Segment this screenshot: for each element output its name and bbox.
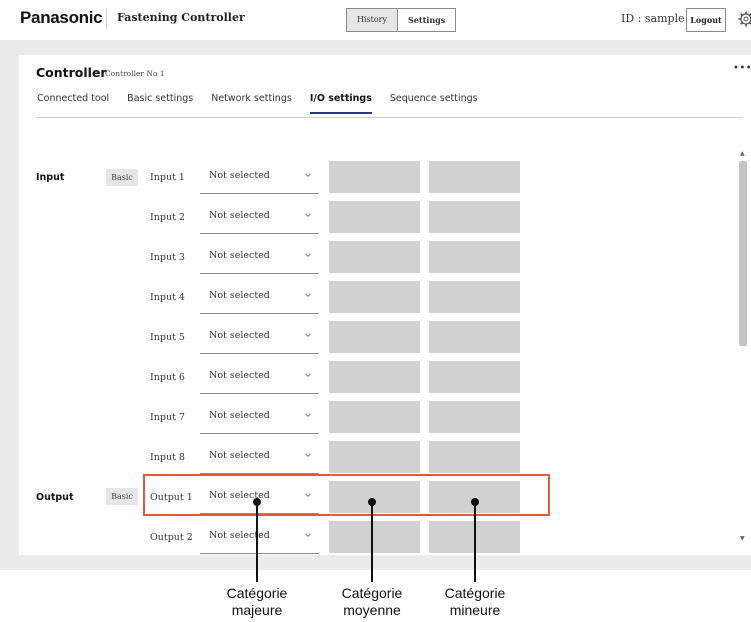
medium-category-field[interactable]	[329, 241, 420, 273]
chevron-down-icon	[305, 413, 311, 418]
chevron-down-icon	[305, 173, 311, 178]
tab-io-settings[interactable]: I/O settings	[309, 93, 372, 114]
chevron-down-icon	[305, 213, 311, 218]
medium-category-field[interactable]	[329, 361, 420, 393]
history-button[interactable]: History	[347, 9, 398, 31]
logout-button[interactable]: Logout	[686, 8, 726, 32]
medium-caption-line-1: Catégorie	[341, 585, 403, 601]
input-basic-badge: Basic	[106, 169, 138, 186]
major-category-select[interactable]: Not selected	[200, 241, 319, 274]
minor-category-field[interactable]	[429, 321, 520, 353]
minor-category-field[interactable]	[429, 201, 520, 233]
select-value: Not selected	[209, 530, 270, 541]
chevron-down-icon	[305, 293, 311, 298]
output-basic-badge: Basic	[106, 488, 138, 505]
chevron-down-icon	[305, 333, 311, 338]
medium-category-field[interactable]	[329, 441, 420, 473]
major-category-select[interactable]: Not selected	[200, 161, 319, 194]
minor-category-field[interactable]	[429, 441, 520, 473]
io-row-label: Input 6	[150, 372, 185, 383]
tab-connected-tool[interactable]: Connected tool	[37, 93, 109, 114]
io-row-label: Input 8	[150, 452, 185, 463]
chevron-down-icon	[305, 453, 311, 458]
io-row-label: Output 2	[150, 532, 193, 543]
major-category-select[interactable]: Not selected	[200, 281, 319, 314]
minor-category-field[interactable]	[429, 161, 520, 193]
io-row-label: Input 4	[150, 292, 185, 303]
medium-category-field[interactable]	[329, 161, 420, 193]
select-value: Not selected	[209, 450, 270, 461]
more-menu-icon[interactable]: •••	[733, 63, 751, 74]
major-category-select[interactable]: Not selected	[200, 361, 319, 394]
output-section-label: Output	[36, 492, 74, 503]
chevron-down-icon	[305, 373, 311, 378]
select-value: Not selected	[209, 170, 270, 181]
medium-category-field[interactable]	[329, 401, 420, 433]
settings-tabs: Connected tool Basic settings Network se…	[37, 93, 496, 114]
major-caption-line-1: Catégorie	[226, 585, 288, 601]
medium-category-caption: Catégorie moyenne	[322, 585, 422, 619]
tab-basic-settings[interactable]: Basic settings	[127, 93, 193, 114]
chevron-down-icon	[305, 533, 311, 538]
panel-title: Controller	[36, 65, 107, 80]
major-category-select[interactable]: Not selected	[200, 441, 319, 474]
view-switcher: History Settings	[346, 8, 457, 32]
io-row-label: Input 7	[150, 412, 185, 423]
io-row-label: Input 3	[150, 252, 185, 263]
header-divider	[106, 9, 107, 29]
select-value: Not selected	[209, 370, 270, 381]
output-1-highlight	[143, 474, 550, 516]
minor-category-field[interactable]	[429, 241, 520, 273]
user-id: ID : sample	[621, 12, 685, 25]
major-category-select[interactable]: Not selected	[200, 401, 319, 434]
panel-subtitle: Controller No 1	[105, 69, 165, 78]
minor-caption-line-2: mineure	[449, 602, 501, 618]
select-value: Not selected	[209, 410, 270, 421]
medium-category-field[interactable]	[329, 521, 420, 553]
major-category-select[interactable]: Not selected	[200, 521, 319, 554]
io-row-label: Input 2	[150, 212, 185, 223]
major-caption-line-2: majeure	[231, 602, 283, 618]
minor-caption-line-1: Catégorie	[444, 585, 506, 601]
minor-category-caption: Catégorie mineure	[425, 585, 525, 619]
medium-category-field[interactable]	[329, 201, 420, 233]
medium-caption-line-2: moyenne	[343, 602, 401, 618]
minor-category-field[interactable]	[429, 281, 520, 313]
minor-category-field[interactable]	[429, 401, 520, 433]
select-value: Not selected	[209, 250, 270, 261]
medium-category-field[interactable]	[329, 321, 420, 353]
scroll-down-icon[interactable]: ▼	[740, 535, 745, 542]
header-bar: Panasonic Fastening Controller History S…	[0, 0, 751, 40]
major-category-select[interactable]: Not selected	[200, 201, 319, 234]
io-row-label: Input 5	[150, 332, 185, 343]
medium-category-field[interactable]	[329, 281, 420, 313]
tab-sequence-settings[interactable]: Sequence settings	[390, 93, 478, 114]
select-value: Not selected	[209, 290, 270, 301]
scroll-up-icon[interactable]: ▲	[740, 150, 745, 157]
minor-category-line	[474, 502, 476, 582]
input-section-label: Input	[36, 172, 65, 183]
scroll-thumb[interactable]	[739, 161, 747, 346]
tab-network-settings[interactable]: Network settings	[211, 93, 292, 114]
major-category-select[interactable]: Not selected	[200, 321, 319, 354]
settings-button[interactable]: Settings	[397, 9, 456, 31]
brand-logo: Panasonic	[20, 8, 103, 27]
major-category-line	[256, 502, 258, 582]
minor-category-field[interactable]	[429, 361, 520, 393]
major-category-caption: Catégorie majeure	[207, 585, 307, 619]
gear-icon[interactable]	[738, 11, 751, 27]
medium-category-line	[371, 502, 373, 582]
io-row-label: Input 1	[150, 172, 185, 183]
tab-divider	[36, 117, 743, 118]
app-title: Fastening Controller	[117, 11, 245, 24]
select-value: Not selected	[209, 330, 270, 341]
chevron-down-icon	[305, 253, 311, 258]
select-value: Not selected	[209, 210, 270, 221]
